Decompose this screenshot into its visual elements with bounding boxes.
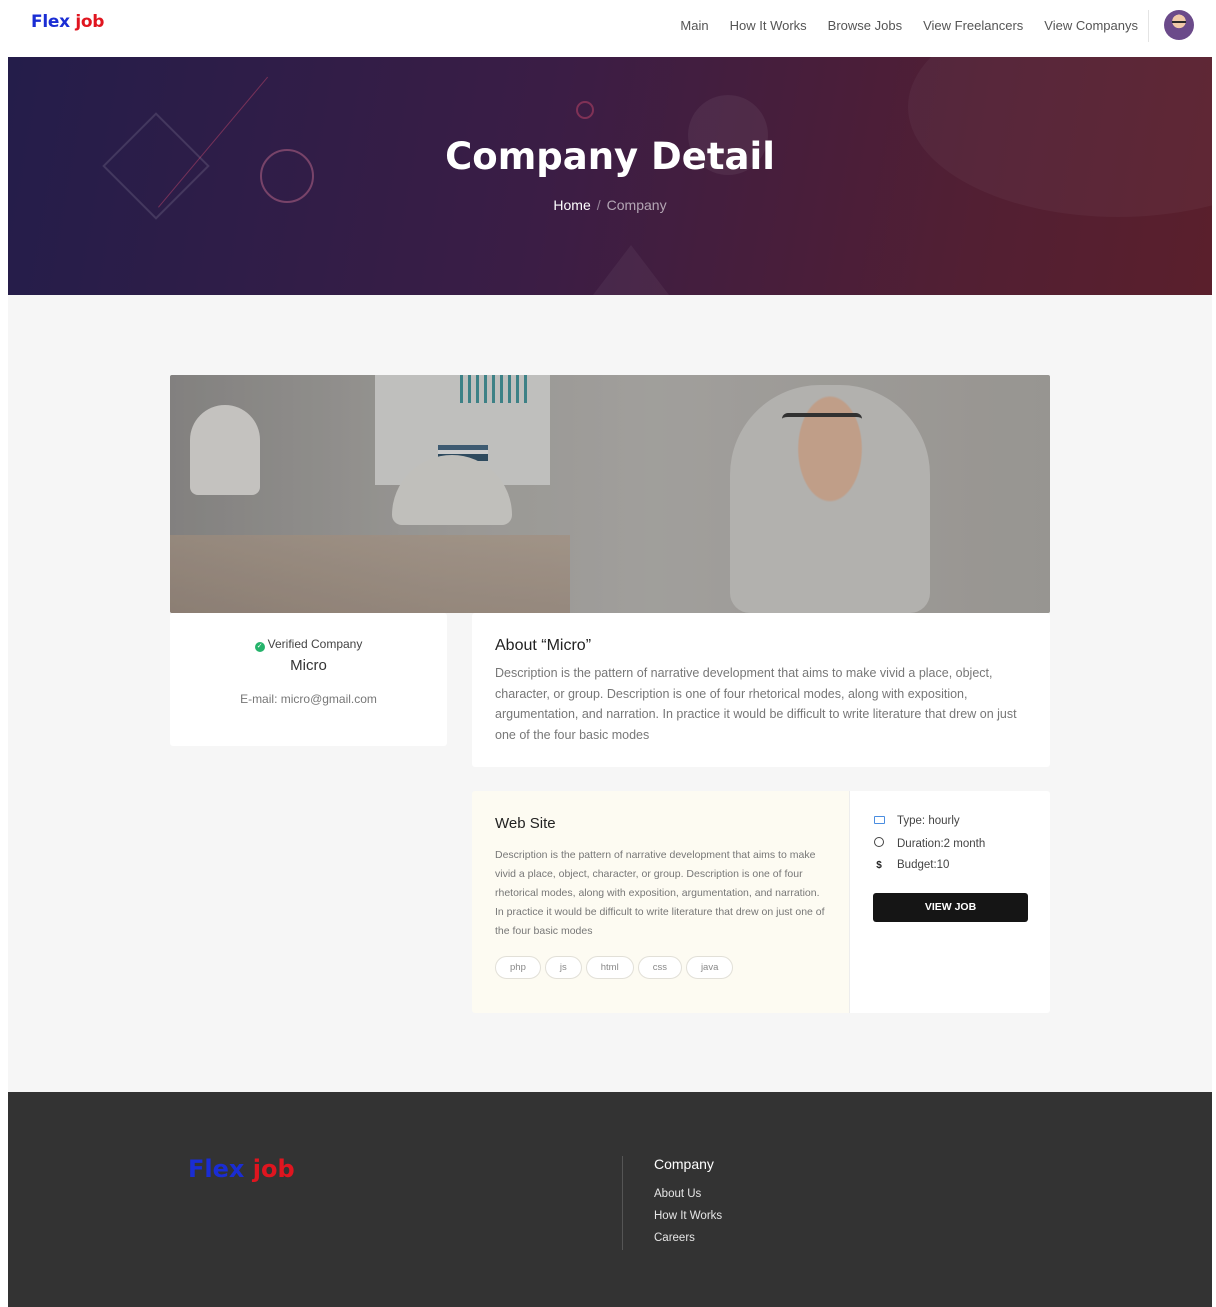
skill-tag-php[interactable]: php [495,956,541,979]
user-avatar[interactable] [1164,10,1194,40]
dollar-icon: $ [876,859,882,871]
page-title: Company Detail [445,135,775,178]
about-title: About “Micro” [495,637,592,654]
job-duration: Duration:2 month [897,837,986,850]
decorative-triangle-shape [593,245,669,295]
about-description: Description is the pattern of narrative … [495,666,1017,742]
breadcrumb: Home / Company [8,197,1212,213]
nav-item-view-freelancers[interactable]: View Freelancers [923,18,1023,33]
company-profile-card: ✓ Verified Company Micro E-mail: micro@gm… [170,613,447,746]
nav-item-how-it-works[interactable]: How It Works [730,18,807,33]
breadcrumb-home-link[interactable]: Home [553,197,590,213]
job-description: Description is the pattern of narrative … [495,849,825,937]
verified-badge: ✓ Verified Company [170,637,447,652]
site-logo[interactable]: Flex job [31,12,104,32]
skill-tag-java[interactable]: java [685,956,734,979]
nav-divider [1148,10,1149,42]
job-card: Web Site Description is the pattern of n… [472,791,849,1013]
skill-tag-js[interactable]: js [544,956,582,979]
main-nav: Main How It Works Browse Jobs View Freel… [680,18,1138,33]
footer-company-column: Company About Us How It Works Careers [654,1156,722,1254]
page-hero-banner: Company Detail Home / Company [8,57,1212,295]
job-type: Type: hourly [897,815,960,827]
skill-tag-html[interactable]: html [585,956,634,979]
job-meta-card: Type: hourly Duration:2 month $ Budget:1… [849,791,1050,1013]
footer-logo[interactable]: Flex job [188,1155,295,1183]
verified-label: Verified Company [267,637,363,651]
decorative-small-ring-shape [576,101,594,119]
footer-logo-part-job: job [252,1155,295,1183]
footer-column-title: Company [654,1156,714,1172]
breadcrumb-separator: / [596,197,601,213]
nav-item-view-companys[interactable]: View Companys [1044,18,1138,33]
company-cover-image [170,375,1050,613]
clock-icon [873,837,885,850]
job-type-row: Type: hourly [873,815,960,827]
company-detail-section: ✓ Verified Company Micro E-mail: micro@gm… [8,295,1212,1092]
job-budget-row: $ Budget:10 [873,859,949,871]
footer-logo-part-flex: Flex [188,1155,245,1183]
breadcrumb-current: Company [606,197,667,213]
folder-icon [873,815,885,827]
job-budget: Budget:10 [897,859,950,871]
job-skill-tags: php js html css java [495,956,734,979]
footer-link-careers[interactable]: Careers [654,1232,722,1244]
view-job-button[interactable]: VIEW JOB [873,893,1028,922]
site-footer: Flex job Company About Us How It Works C… [8,1092,1212,1307]
nav-item-browse-jobs[interactable]: Browse Jobs [828,18,902,33]
company-name: Micro [290,657,327,674]
about-company-card: About “Micro” Description is the pattern… [472,613,1050,767]
logo-part-flex: Flex [31,12,70,32]
job-duration-row: Duration:2 month [873,837,985,850]
nav-item-main[interactable]: Main [680,18,708,33]
footer-link-about-us[interactable]: About Us [654,1188,722,1200]
job-title[interactable]: Web Site [495,815,556,832]
footer-link-how-it-works[interactable]: How It Works [654,1210,722,1222]
footer-divider [622,1156,623,1250]
skill-tag-css[interactable]: css [637,956,682,979]
top-navbar: Flex job Main How It Works Browse Jobs V… [0,0,1216,57]
company-email: E-mail: micro@gmail.com [240,692,377,706]
check-circle-icon: ✓ [254,642,265,652]
logo-part-job: job [75,12,105,32]
cover-overlay [170,375,1050,613]
